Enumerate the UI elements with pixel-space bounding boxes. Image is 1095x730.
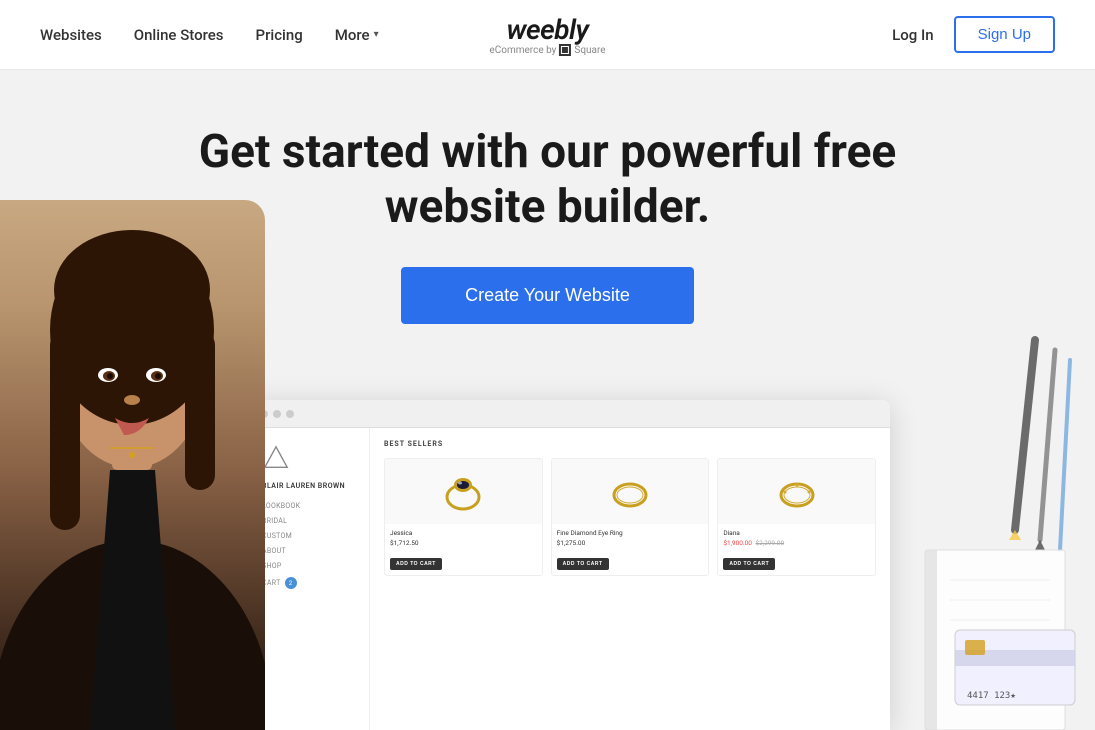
product-price-diamond: $1,275.00	[557, 539, 704, 547]
hero-person-image	[0, 200, 265, 730]
nav-custom[interactable]: CUSTOM	[262, 532, 357, 540]
product-price-jessica: $1,712.50	[390, 539, 537, 547]
sketch-decoration: 4417 123★	[895, 330, 1095, 730]
browser-content: BLAIR LAUREN BROWN LOOKBOOK BRIDAL CUSTO…	[250, 428, 890, 730]
cart-badge: 2	[285, 577, 297, 589]
nav-shop[interactable]: SHOP	[262, 562, 357, 570]
nav-more[interactable]: More ▾	[335, 26, 379, 44]
signup-button[interactable]: Sign Up	[954, 16, 1055, 53]
square-logo-icon	[559, 44, 571, 56]
product-info-diana: Diana $1,900.00 $2,299.00 ADD TO CART	[718, 524, 875, 575]
login-button[interactable]: Log In	[892, 26, 933, 44]
create-website-button[interactable]: Create Your Website	[401, 267, 694, 324]
logo-text: weebly	[506, 13, 588, 46]
nav-bridal[interactable]: BRIDAL	[262, 517, 357, 525]
products-grid: Jessica $1,712.50 ADD TO CART	[384, 458, 876, 576]
product-name-jessica: Jessica	[390, 529, 537, 537]
nav-right: Log In Sign Up	[892, 16, 1055, 53]
nav-pricing[interactable]: Pricing	[256, 26, 303, 44]
header: Websites Online Stores Pricing More ▾ we…	[0, 0, 1095, 70]
sketch-svg: 4417 123★	[895, 330, 1095, 730]
product-card-jessica: Jessica $1,712.50 ADD TO CART	[384, 458, 543, 576]
logo[interactable]: weebly eCommerce by Square	[489, 13, 605, 56]
nav-cart[interactable]: CART 2	[262, 577, 357, 589]
svg-text:4417 123★: 4417 123★	[967, 691, 1016, 701]
store-sidebar: BLAIR LAUREN BROWN LOOKBOOK BRIDAL CUSTO…	[250, 428, 370, 730]
sale-price: $1,900.00	[723, 539, 752, 547]
original-price: $2,299.00	[756, 539, 785, 547]
product-price-diana: $1,900.00 $2,299.00	[723, 539, 870, 547]
logo-subtitle: eCommerce by Square	[489, 44, 605, 56]
browser-toolbar	[250, 400, 890, 428]
nav-lookbook[interactable]: LOOKBOOK	[262, 502, 357, 510]
nav-online-stores[interactable]: Online Stores	[134, 26, 224, 44]
browser-dot-green	[286, 410, 294, 418]
best-sellers-title: BEST SELLERS	[384, 440, 876, 448]
product-image-jessica	[385, 459, 542, 524]
product-image-diamond	[552, 459, 709, 524]
add-to-cart-diamond[interactable]: ADD TO CART	[557, 558, 609, 570]
add-to-cart-diana[interactable]: ADD TO CART	[723, 558, 775, 570]
brand-name: BLAIR LAUREN BROWN	[262, 482, 357, 490]
brand-logo-icon	[262, 444, 290, 472]
browser-mockup: BLAIR LAUREN BROWN LOOKBOOK BRIDAL CUSTO…	[250, 400, 890, 730]
product-name-diamond: Fine Diamond Eye Ring	[557, 529, 704, 537]
nav-websites[interactable]: Websites	[40, 26, 102, 44]
ring-icon-diamond	[605, 467, 655, 517]
ring-icon-jessica	[438, 467, 488, 517]
browser-dot-yellow	[273, 410, 281, 418]
store-main: BEST SELLERS Jessi	[370, 428, 890, 730]
product-card-diana: Diana $1,900.00 $2,299.00 ADD TO CART	[717, 458, 876, 576]
store-nav: LOOKBOOK BRIDAL CUSTOM ABOUT SHOP CART 2	[262, 502, 357, 589]
ring-icon-diana	[772, 467, 822, 517]
nav-left: Websites Online Stores Pricing More ▾	[40, 26, 379, 44]
hero-headline: Get started with our powerful free websi…	[199, 125, 897, 235]
product-card-diamond: Fine Diamond Eye Ring $1,275.00 ADD TO C…	[551, 458, 710, 576]
person-svg	[0, 200, 265, 730]
product-name-diana: Diana	[723, 529, 870, 537]
nav-about[interactable]: ABOUT	[262, 547, 357, 555]
product-info-diamond: Fine Diamond Eye Ring $1,275.00 ADD TO C…	[552, 524, 709, 575]
add-to-cart-jessica[interactable]: ADD TO CART	[390, 558, 442, 570]
product-image-diana	[718, 459, 875, 524]
hero-section: Get started with our powerful free websi…	[0, 70, 1095, 730]
product-info-jessica: Jessica $1,712.50 ADD TO CART	[385, 524, 542, 575]
chevron-down-icon: ▾	[374, 29, 379, 40]
